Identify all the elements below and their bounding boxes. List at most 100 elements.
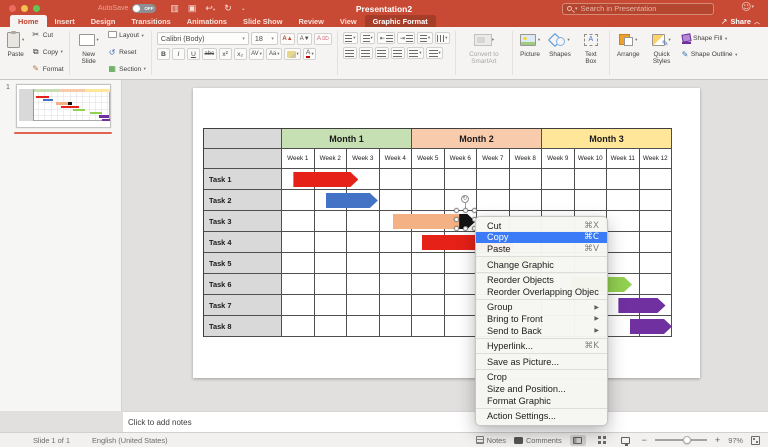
menu-item-cut[interactable]: Cut⌘X [476,220,607,232]
menu-item-hyperlink[interactable]: Hyperlink...⌘K [476,340,607,352]
menu-item-save-as-picture[interactable]: Save as Picture... [476,356,607,368]
language-indicator[interactable]: English (United States) [92,436,168,445]
normal-view-button[interactable] [570,435,586,446]
autosave-switch[interactable]: OFF [132,4,156,13]
menu-item-reorder-objects[interactable]: Reorder Objects [476,274,607,286]
tab-insert[interactable]: Insert [47,15,83,27]
menu-item-copy[interactable]: Copy⌘C [476,232,607,244]
menu-item-format-graphic[interactable]: Format Graphic [476,395,607,407]
menu-item-reorder-overlapping-objects[interactable]: Reorder Overlapping Objects [476,286,607,298]
line-spacing-button[interactable]: ▾ [417,32,432,44]
tab-graphic-format[interactable]: Graphic Format [365,15,436,27]
tab-transitions[interactable]: Transitions [123,15,178,27]
font-color-button[interactable]: A▾ [303,48,316,60]
zoom-percentage[interactable]: 97% [728,436,743,445]
decrease-indent-button[interactable]: ⇤ [377,32,395,44]
menu-item-change-graphic[interactable]: Change Graphic [476,259,607,271]
slide-thumbnail[interactable] [16,84,111,128]
undo-icon[interactable]: ↩▾ [205,4,215,13]
italic-button[interactable]: I [172,48,185,60]
tab-design[interactable]: Design [83,15,124,27]
selection-handle[interactable] [454,208,459,213]
grow-font-button[interactable]: A▲ [280,33,295,45]
bold-button[interactable]: B [157,48,170,60]
gantt-bar[interactable] [630,319,672,334]
redo-icon[interactable]: ↻ [224,4,232,13]
cut-button[interactable]: ✂Cut [31,31,63,39]
tab-animations[interactable]: Animations [179,15,235,27]
gantt-bar[interactable] [293,172,358,187]
zoom-window-icon[interactable] [33,5,40,12]
convert-to-smartart-button[interactable]: ▾ Convert to SmartArt [461,30,507,67]
font-size-select[interactable]: 18▾ [251,32,278,45]
menu-item-action-settings[interactable]: Action Settings... [476,410,607,422]
selection-handle[interactable] [472,208,477,213]
shape-fill-button[interactable]: Shape Fill▾ [682,34,738,43]
rotation-handle-icon[interactable]: ↻ [461,195,469,203]
gantt-bar[interactable] [393,214,460,229]
slideshow-view-button[interactable] [618,435,634,446]
feedback-smiley-icon[interactable]: ☺▾ [741,2,754,13]
gantt-bar[interactable] [618,298,665,313]
arrange-button[interactable]: ▾ Arrange [615,30,642,59]
menu-item-paste[interactable]: Paste⌘V [476,243,607,255]
align-right-button[interactable] [375,47,389,59]
tab-review[interactable]: Review [290,15,331,27]
menu-item-crop[interactable]: Crop [476,372,607,384]
columns-button[interactable]: ▾ [435,32,450,44]
zoom-slider-thumb[interactable] [683,436,691,444]
underline-button[interactable]: U [187,48,200,60]
justify-button[interactable] [391,47,405,59]
save-icon[interactable]: ▣ [188,4,197,13]
clear-formatting-button[interactable]: A⌦ [314,33,332,45]
menu-item-bring-to-front[interactable]: Bring to Front▶ [476,313,607,325]
selection-handle[interactable] [463,226,468,231]
menu-item-send-to-back[interactable]: Send to Back▶ [476,325,607,337]
slide-sorter-view-button[interactable] [594,435,610,446]
strikethrough-button[interactable]: abc [202,48,217,60]
subscript-button[interactable]: x₂ [234,48,247,60]
numbering-button[interactable]: ▾ [360,32,375,44]
minimize-window-icon[interactable] [21,5,28,12]
format-painter-button[interactable]: ✎Format [31,65,63,73]
align-text-button[interactable]: ▾ [426,47,443,59]
align-left-button[interactable] [343,47,357,59]
shrink-font-button[interactable]: A▼ [297,33,312,45]
notes-pane[interactable]: Click to add notes [123,411,768,432]
text-box-button[interactable]: A Text Box [578,30,604,67]
highlight-color-button[interactable]: ▾ [284,48,301,60]
selection-handle[interactable] [463,208,468,213]
copy-button[interactable]: ⧉Copy▾ [31,48,63,56]
collapse-ribbon-icon[interactable]: ︿ [754,17,760,26]
share-button[interactable]: ↗ Share ︿ [721,17,760,26]
character-spacing-button[interactable]: AV▾ [249,48,265,60]
tab-view[interactable]: View [332,15,365,27]
reset-button[interactable]: ↺Reset [108,49,146,57]
slide[interactable]: Month 1Month 2Month 3Week 1Week 2Week 3W… [193,88,700,378]
font-name-select[interactable]: Calibri (Body)▾ [157,32,249,45]
fit-slide-to-window-icon[interactable] [751,436,760,445]
menu-item-group[interactable]: Group▶ [476,302,607,314]
selection-handle[interactable] [454,226,459,231]
superscript-button[interactable]: x² [219,48,232,60]
search-box[interactable]: ▾ [562,3,714,15]
search-input[interactable] [581,4,701,13]
selection-handle[interactable] [454,217,459,222]
menu-item-size-and-position[interactable]: Size and Position... [476,383,607,395]
paste-button[interactable]: ▾ Paste [5,30,26,59]
change-case-button[interactable]: Aa▾ [266,48,282,60]
section-button[interactable]: ▦Section▾ [108,65,146,73]
customize-toolbar-icon[interactable]: ⌄ [241,6,246,12]
align-center-button[interactable] [359,47,373,59]
notes-toggle-button[interactable]: Notes [476,436,506,445]
increase-indent-button[interactable]: ⇥ [397,32,415,44]
autosave-toggle[interactable]: AutoSave OFF [98,4,156,13]
zoom-in-button[interactable]: + [715,435,720,445]
shape-outline-button[interactable]: ✎Shape Outline▾ [682,50,738,59]
new-slide-button[interactable]: ▾ New Slide [75,30,103,67]
shapes-button[interactable]: ▾ Shapes [547,30,573,59]
layout-button[interactable]: Layout▾ [108,31,146,40]
gantt-bar[interactable] [326,193,378,208]
search-scope-chevron-icon[interactable]: ▾ [575,6,578,12]
close-window-icon[interactable] [9,5,16,12]
